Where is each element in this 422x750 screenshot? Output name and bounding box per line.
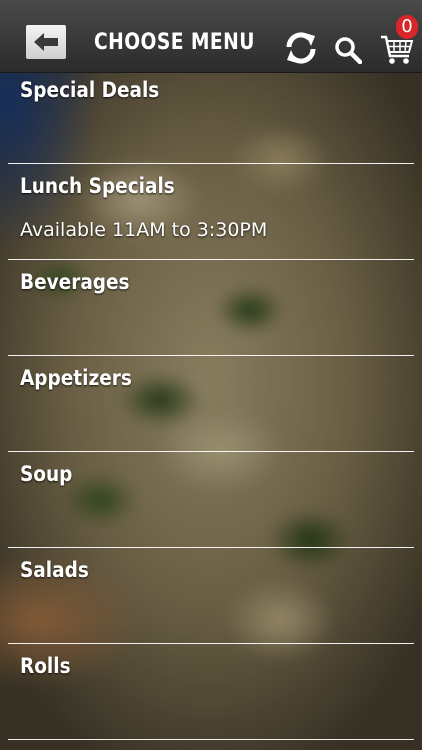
menu-item-label: Rolls	[20, 654, 71, 678]
back-arrow-icon	[34, 33, 58, 51]
menu-item-label: Soup	[20, 462, 73, 486]
search-icon	[335, 37, 363, 65]
menu-item-subtitle: Available 11AM to 3:30PM	[20, 219, 268, 241]
menu-category-list: Special Deals Lunch Specials Available 1…	[0, 68, 422, 740]
menu-item-special-deals[interactable]: Special Deals	[8, 68, 414, 164]
menu-item-rolls[interactable]: Rolls	[8, 644, 414, 740]
choose-menu-screen: CHOOSE MENU 0 Special Deals Lunch Specia…	[0, 0, 422, 750]
refresh-button[interactable]	[283, 30, 319, 66]
menu-item-label: Appetizers	[20, 366, 132, 390]
menu-item-appetizers[interactable]: Appetizers	[8, 356, 414, 452]
menu-item-beverages[interactable]: Beverages	[8, 260, 414, 356]
back-button[interactable]	[26, 25, 66, 59]
menu-item-label: Salads	[20, 558, 89, 582]
search-button[interactable]	[334, 36, 363, 65]
menu-item-label: Special Deals	[20, 78, 160, 102]
refresh-icon	[286, 32, 316, 64]
header-bar: CHOOSE MENU 0	[0, 0, 422, 73]
menu-item-label: Lunch Specials	[20, 174, 175, 198]
menu-item-salads[interactable]: Salads	[8, 548, 414, 644]
menu-item-label: Beverages	[20, 270, 130, 294]
cart-count-badge: 0	[396, 15, 418, 39]
menu-item-soup[interactable]: Soup	[8, 452, 414, 548]
page-title: CHOOSE MENU	[94, 30, 255, 55]
menu-item-lunch-specials[interactable]: Lunch Specials Available 11AM to 3:30PM	[8, 164, 414, 260]
